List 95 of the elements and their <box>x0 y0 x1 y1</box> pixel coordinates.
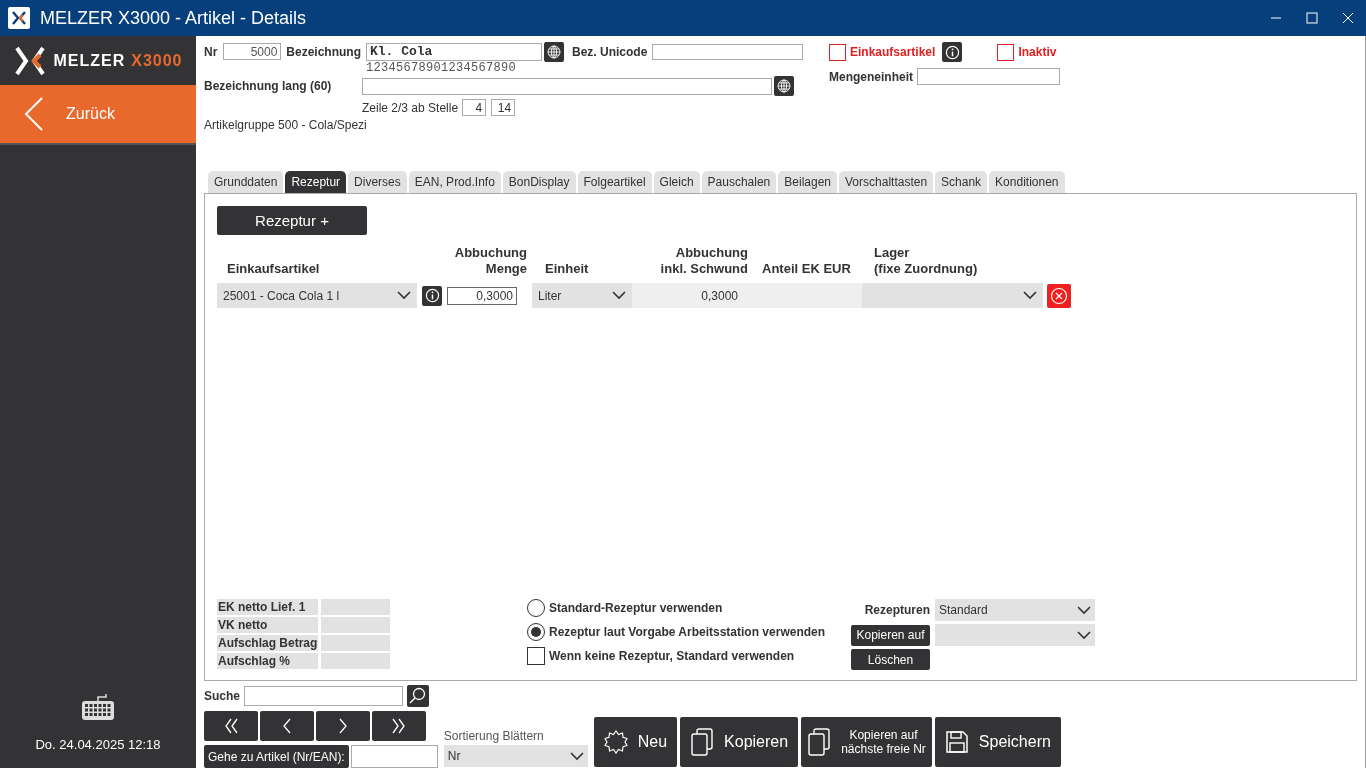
action-button[interactable]: Kopieren auf nächste freie Nr <box>801 717 932 767</box>
tab[interactable]: Konditionen <box>989 171 1065 194</box>
column-header: Einheit <box>545 261 590 278</box>
number-field[interactable]: 5000 <box>223 43 282 60</box>
purchase-item-checkbox[interactable] <box>829 43 846 61</box>
sort-dropdown[interactable]: Nr <box>443 745 588 767</box>
tab[interactable]: Folgeartikel <box>577 171 652 194</box>
article-number-field[interactable] <box>350 745 438 768</box>
summary-label: Aufschlag Betrag <box>217 635 318 651</box>
keyboard-icon[interactable] <box>81 693 115 721</box>
tab[interactable]: Diverses <box>348 171 407 194</box>
go-to-article-button[interactable]: Gehe zu Artikel (Nr/EAN): <box>204 745 349 768</box>
action-button[interactable]: Kopieren <box>680 717 799 767</box>
character-ruler: 12345678901234567890 <box>366 61 517 75</box>
globe-button[interactable] <box>544 41 564 62</box>
column-header: Abbuchung inkl. Schwund <box>659 245 748 278</box>
table-cell-text: 0,3000 <box>700 288 738 303</box>
tab[interactable]: Gleich <box>653 171 700 194</box>
option-label: Rezeptur laut Vorgabe Arbeitsstation verwenden <box>549 625 826 639</box>
logo-text: X3000 <box>131 51 183 70</box>
name-field[interactable]: Kl. Cola <box>366 42 542 61</box>
info-button[interactable] <box>422 285 442 306</box>
logo-text: MELZER <box>53 51 126 70</box>
chevron-down-icon <box>397 291 411 301</box>
recipe-dropdown[interactable]: Standard <box>935 599 1095 621</box>
starburst-icon <box>603 730 628 754</box>
tab[interactable]: Schank <box>935 171 988 194</box>
checkbox[interactable] <box>527 647 545 665</box>
field-label: Bezeichnung <box>286 44 361 59</box>
column-header: Abbuchung Menge <box>453 245 527 278</box>
tab[interactable]: Grunddaten <box>208 171 284 194</box>
copy-icon <box>807 728 832 756</box>
amount-field[interactable]: 0,3000 <box>447 286 517 305</box>
chevron-down-icon <box>1077 605 1091 615</box>
unit-dropdown[interactable]: Liter <box>532 283 632 309</box>
summary-label: EK netto Lief. 1 <box>217 599 318 615</box>
summary-value-field <box>321 653 390 669</box>
article-dropdown[interactable]: 25001 - Coca Cola 1 l <box>217 283 417 309</box>
globe-button[interactable] <box>774 76 794 96</box>
summary-label: VK netto <box>217 617 318 633</box>
field-label: Sortierung Blättern <box>443 729 545 743</box>
tab[interactable]: Rezeptur <box>285 171 347 194</box>
field-label: Zeile 2/3 ab Stelle <box>362 100 459 115</box>
checkbox-label: Einkaufsartikel <box>850 45 936 59</box>
close-icon[interactable] <box>1342 12 1354 24</box>
nav-button[interactable] <box>204 711 258 741</box>
summary-label: Aufschlag % <box>217 653 318 669</box>
field-label: Bez. Unicode <box>572 44 648 59</box>
summary-value-field <box>321 635 390 651</box>
radio-button[interactable] <box>527 599 545 617</box>
search-field[interactable] <box>244 686 403 706</box>
column-header: Lager (fixe Zuordnung) <box>874 245 978 278</box>
nav-button[interactable] <box>372 711 426 741</box>
column-header: Anteil EK EUR <box>762 261 852 278</box>
delete-button[interactable] <box>1047 283 1071 308</box>
tab[interactable]: Beilagen <box>778 171 837 194</box>
add-recipe-button[interactable]: Rezeptur + <box>217 206 367 236</box>
tab[interactable]: BonDisplay <box>502 171 576 194</box>
unit-field[interactable] <box>917 68 1060 85</box>
option-label: Standard-Rezeptur verwenden <box>549 601 723 615</box>
delete-recipe-button[interactable]: Löschen <box>851 649 930 670</box>
search-button[interactable] <box>407 685 429 707</box>
field-label: Rezepturen <box>863 603 930 617</box>
field-label: Bezeichnung lang (60) <box>204 79 333 93</box>
action-button[interactable]: Speichern <box>934 717 1061 767</box>
copy-icon <box>690 728 715 756</box>
chevron-down-icon <box>612 291 626 301</box>
chevron-down-icon <box>569 751 584 761</box>
unicode-field[interactable] <box>652 43 804 60</box>
info-button[interactable] <box>942 42 963 62</box>
summary-value-field <box>321 599 390 615</box>
line-start-field[interactable]: 14 <box>491 99 516 116</box>
app-logo-icon <box>8 7 30 29</box>
maximize-icon[interactable] <box>1306 12 1318 24</box>
field-label: Nr <box>204 44 218 59</box>
chevron-down-icon <box>1023 291 1037 301</box>
line-start-field[interactable]: 4 <box>462 99 487 116</box>
tab[interactable]: Pauschalen <box>701 171 777 194</box>
chevron-down-icon <box>1077 630 1091 640</box>
long-name-field[interactable] <box>362 77 772 95</box>
date-time: Do. 24.04.2025 12:18 <box>35 737 161 752</box>
option-label: Wenn keine Rezeptur, Standard verwenden <box>549 649 795 663</box>
chevron-left-icon <box>24 97 44 131</box>
checkbox-label: Inaktiv <box>1018 45 1057 59</box>
tab[interactable]: EAN, Prod.Info <box>408 171 501 194</box>
article-group-text: Artikelgruppe 500 - Cola/Spezi <box>204 118 367 132</box>
summary-value-field <box>321 617 390 633</box>
tab[interactable]: Vorschalttasten <box>839 171 934 194</box>
radio-button[interactable] <box>527 623 545 641</box>
column-header: Einkaufsartikel <box>226 261 321 278</box>
action-button[interactable]: Neu <box>593 717 678 767</box>
window-title: MELZER X3000 - Artikel - Details <box>40 7 307 29</box>
field-label: Mengeneinheit <box>829 69 913 84</box>
copy-to-button[interactable]: Kopieren auf <box>851 624 930 646</box>
field-label: Suche <box>204 689 240 703</box>
